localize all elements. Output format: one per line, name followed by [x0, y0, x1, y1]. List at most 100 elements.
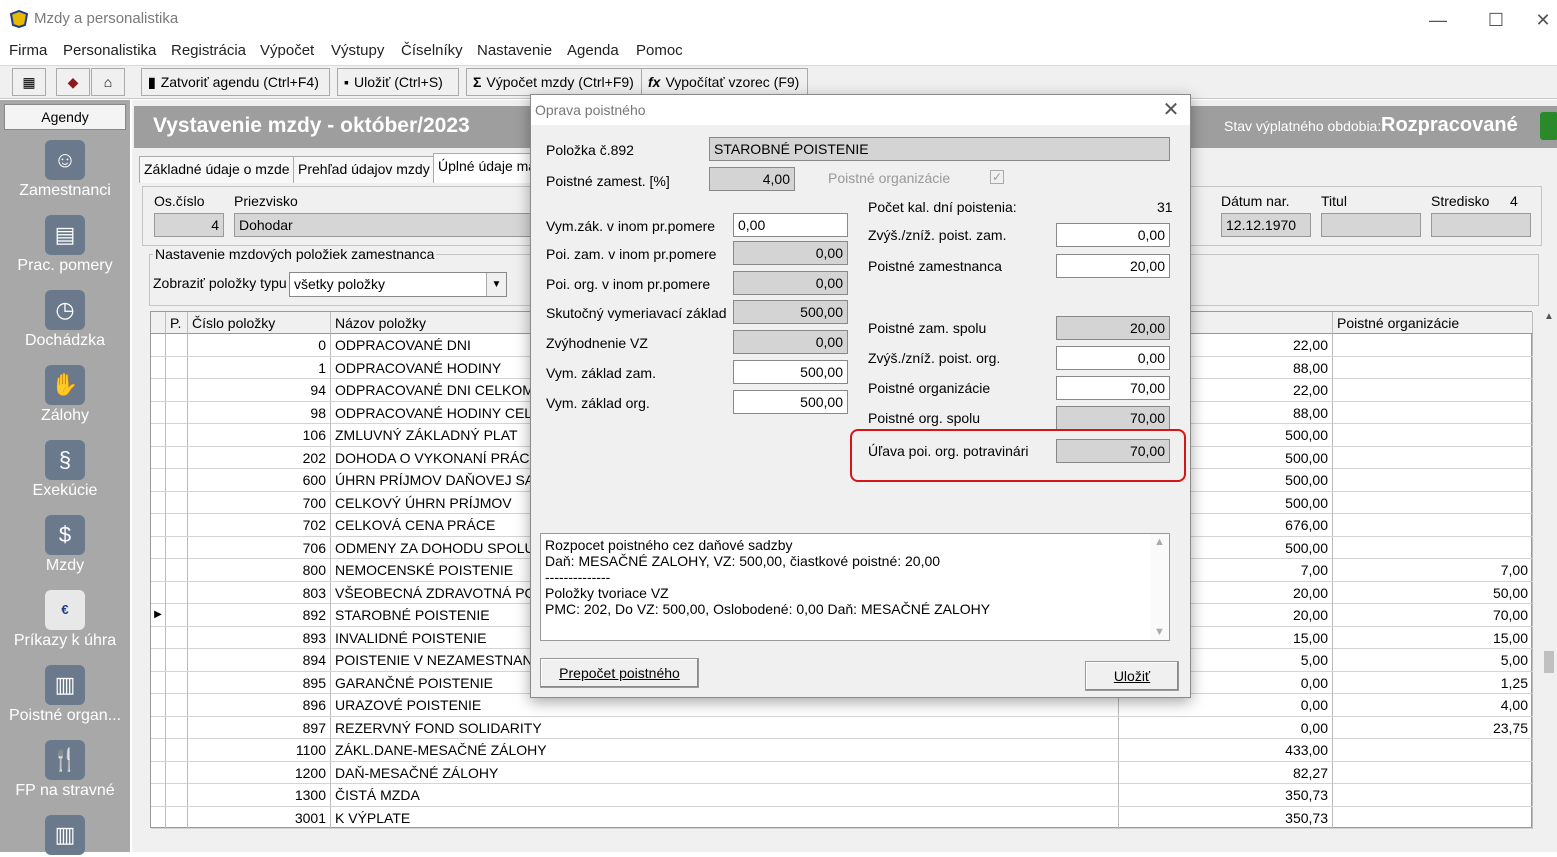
cell-p[interactable]: [166, 379, 188, 401]
col-header-poistne-org[interactable]: Poistné organizácie: [1333, 312, 1533, 334]
menu-registracia[interactable]: Registrácia: [171, 42, 246, 59]
cell-p[interactable]: [166, 424, 188, 446]
right-field-input[interactable]: 20,00: [1056, 254, 1170, 278]
tab-prehlad-udajov[interactable]: Prehľad údajov mzdy: [293, 156, 435, 183]
scroll-up-icon[interactable]: ▲: [1541, 311, 1557, 322]
cell-poistne-org[interactable]: 4,00: [1333, 694, 1533, 716]
cell-p[interactable]: [166, 334, 188, 356]
menu-agenda[interactable]: Agenda: [567, 42, 619, 59]
menu-vypocet[interactable]: Výpočet: [260, 42, 314, 59]
cell-nazov[interactable]: DAŇ-MESAČNÉ ZÁLOHY: [331, 761, 1119, 784]
menu-pomoc[interactable]: Pomoc: [636, 42, 683, 59]
cell-p[interactable]: [166, 761, 188, 784]
cell-poistne-org[interactable]: 1,25: [1333, 671, 1533, 694]
menu-personalistika[interactable]: Personalistika: [63, 42, 156, 59]
home-icon[interactable]: ⌂: [91, 68, 125, 96]
cell-poistne-org[interactable]: 7,00: [1333, 559, 1533, 581]
col-header-p[interactable]: P.: [166, 312, 188, 334]
cell-p[interactable]: [166, 806, 188, 829]
save-toolbar-button[interactable]: ▪ Uložiť (Ctrl+S): [337, 68, 459, 96]
sidebar-item-dochadzka[interactable]: ◷ Dochádzka: [4, 290, 126, 350]
cell-poistne-org[interactable]: 50,00: [1333, 581, 1533, 604]
cell-p[interactable]: [166, 446, 188, 469]
scroll-thumb[interactable]: [1544, 651, 1554, 673]
calc-scrollbar[interactable]: ▲ ▼: [1150, 534, 1169, 640]
cell-poistne-org[interactable]: 23,75: [1333, 716, 1533, 739]
cell-p[interactable]: [166, 671, 188, 694]
left-field-input[interactable]: 0,00: [733, 213, 848, 237]
cell-poistne-org[interactable]: [1333, 356, 1533, 379]
sidebar-item-mzdy[interactable]: $ Mzdy: [4, 515, 126, 575]
cell-poistne-org[interactable]: [1333, 761, 1533, 784]
scroll-up-icon[interactable]: ▲: [1150, 534, 1169, 548]
sidebar-item-poistne-org[interactable]: ▥ Poistné organ...: [4, 665, 126, 725]
cell-p[interactable]: [166, 581, 188, 604]
cell-cislo[interactable]: 700: [188, 491, 331, 514]
table-row[interactable]: 897 REZERVNÝ FOND SOLIDARITY 0,00 23,75: [151, 716, 1533, 739]
calc-formula-button[interactable]: fx Vypočítať vzorec (F9): [641, 68, 808, 96]
calculator-icon[interactable]: ▦: [12, 68, 46, 96]
cell-cislo[interactable]: 1200: [188, 761, 331, 784]
cell-cislo[interactable]: 0: [188, 334, 331, 356]
cell-cislo[interactable]: 202: [188, 446, 331, 469]
cell-poistne-org[interactable]: [1333, 446, 1533, 469]
close-icon[interactable]: ✕: [1159, 98, 1183, 122]
cell-poistne-org[interactable]: 15,00: [1333, 626, 1533, 649]
menu-nastavenie[interactable]: Nastavenie: [477, 42, 552, 59]
cell-poistne-org[interactable]: [1333, 469, 1533, 491]
recalc-button[interactable]: Prepočet poistného: [540, 658, 699, 688]
cell-poistne-org[interactable]: [1333, 739, 1533, 761]
cell-cislo[interactable]: 895: [188, 671, 331, 694]
col-header-cislo[interactable]: Číslo položky: [188, 312, 331, 334]
cell-cislo[interactable]: 893: [188, 626, 331, 649]
cell-p[interactable]: [166, 626, 188, 649]
cell-poistne-org[interactable]: [1333, 334, 1533, 356]
cell-p[interactable]: [166, 356, 188, 379]
cell-poistne-org[interactable]: [1333, 536, 1533, 559]
table-row[interactable]: 1200 DAŇ-MESAČNÉ ZÁLOHY 82,27: [151, 761, 1533, 784]
cell-p[interactable]: [166, 469, 188, 491]
menu-firma[interactable]: Firma: [9, 42, 47, 59]
cell-p[interactable]: [166, 784, 188, 806]
cell-poistne-org[interactable]: [1333, 784, 1533, 806]
scroll-down-icon[interactable]: ▼: [1150, 626, 1169, 638]
cell-cislo[interactable]: 600: [188, 469, 331, 491]
poistne-org-checkbox[interactable]: ✓: [990, 170, 1004, 184]
cell-poistne-org[interactable]: [1333, 514, 1533, 536]
cell-poistne-org[interactable]: 70,00: [1333, 604, 1533, 626]
cell-p[interactable]: [166, 559, 188, 581]
cell-nazov[interactable]: ZÁKL.DANE-MESAČNÉ ZÁLOHY: [331, 739, 1119, 761]
tab-uplne-udaje[interactable]: Úplné údaje ma: [433, 153, 542, 183]
cell-p[interactable]: [166, 716, 188, 739]
cell-poistne-org[interactable]: 5,00: [1333, 649, 1533, 671]
menu-ciselniky[interactable]: Číselníky: [401, 42, 463, 59]
cell-cislo[interactable]: 803: [188, 581, 331, 604]
cell-nazov[interactable]: K VÝPLATE: [331, 806, 1119, 829]
chevron-down-icon[interactable]: ▼: [486, 273, 506, 296]
calc-detail-textarea[interactable]: Rozpocet poistného cez daňové sadzby Daň…: [540, 533, 1170, 641]
cell-cislo[interactable]: 894: [188, 649, 331, 671]
cell-cislo[interactable]: 1300: [188, 784, 331, 806]
cell-poistne-org[interactable]: [1333, 424, 1533, 446]
dialog-save-button[interactable]: Uložiť: [1085, 661, 1179, 691]
right-field-input[interactable]: 0,00: [1056, 223, 1170, 247]
minimize-icon[interactable]: —: [1426, 8, 1450, 32]
sidebar-item-more[interactable]: ▥: [4, 815, 126, 857]
table-row[interactable]: 3001 K VÝPLATE 350,73: [151, 806, 1533, 829]
sidebar-item-zamestnanci[interactable]: ☺ Zamestnanci: [4, 140, 126, 200]
right-field-input[interactable]: 70,00: [1056, 376, 1170, 400]
cell-cislo[interactable]: 706: [188, 536, 331, 559]
cell-cislo[interactable]: 106: [188, 424, 331, 446]
cell-cislo[interactable]: 702: [188, 514, 331, 536]
close-window-icon[interactable]: ✕: [1531, 8, 1555, 32]
table-row[interactable]: 1300 ČISTÁ MZDA 350,73: [151, 784, 1533, 807]
cell-cislo[interactable]: 800: [188, 559, 331, 581]
menu-vystupy[interactable]: Výstupy: [331, 42, 384, 59]
cell-poistne-org[interactable]: [1333, 379, 1533, 401]
cell-cislo[interactable]: 94: [188, 379, 331, 401]
sidebar-item-prikazy[interactable]: € Príkazy k úhra: [4, 590, 126, 650]
cell-cislo[interactable]: 897: [188, 716, 331, 739]
cell-nazov[interactable]: ČISTÁ MZDA: [331, 784, 1119, 806]
grid-scrollbar[interactable]: ▲: [1541, 311, 1557, 852]
filter-select[interactable]: všetky položky ▼: [289, 272, 507, 297]
